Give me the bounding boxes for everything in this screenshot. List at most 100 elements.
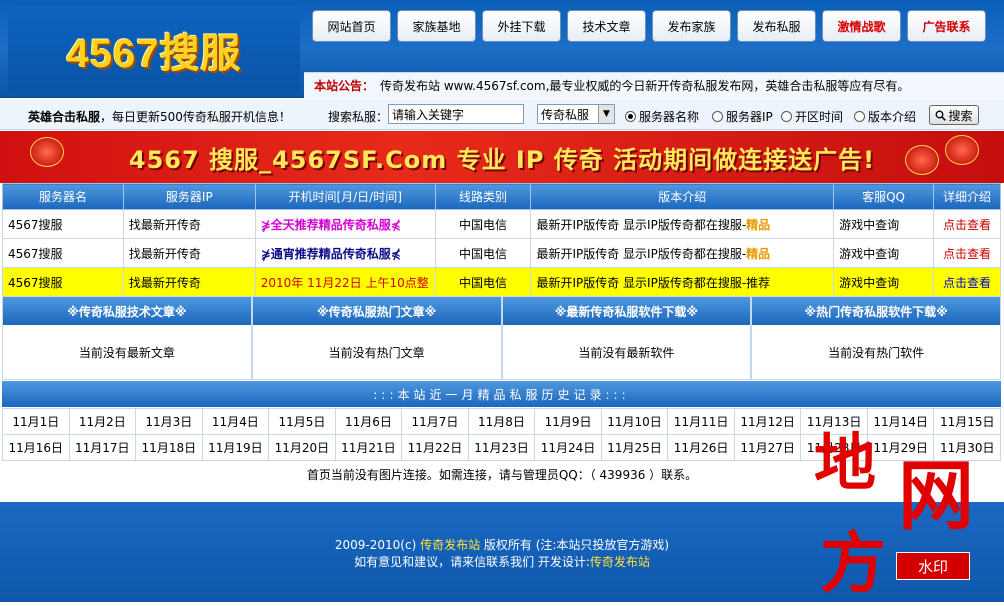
open-time: ⋡通宵推荐精品传奇私服⋠	[254, 238, 436, 268]
history-date[interactable]: 11月26日	[667, 434, 735, 461]
top-nav: 网站首页 家族基地 外挂下载 技术文章 发布家族 发布私服 激情战歌 广告联系	[312, 10, 986, 42]
version-text: 最新开IP版传奇 显示IP版传奇都在搜服-	[536, 217, 747, 232]
server-table-header: 服务器名 服务器IP 开机时间[月/日/时间] 线路类别 版本介绍 客服QQ 详细介绍	[2, 183, 1001, 210]
nav-button[interactable]: 发布家族	[652, 10, 731, 42]
radio-label: 开区时间	[795, 110, 844, 124]
history-date[interactable]: 11月10日	[600, 408, 669, 435]
section-title[interactable]: ※热门传奇私服软件下载※	[752, 297, 1000, 325]
section-title[interactable]: ※传奇私服技术文章※	[3, 297, 251, 325]
history-row: 11月1日 11月2日 11月3日 11月4日 11月5日 11月6日 11月7日 11月8日…	[2, 408, 1001, 435]
search-type-radio[interactable]: 开区时间	[781, 108, 843, 125]
nav-button[interactable]: 技术文章	[567, 10, 646, 42]
history-date[interactable]: 11月25日	[600, 434, 669, 461]
history-date[interactable]: 11月7日	[401, 408, 469, 435]
column-header: 服务器名	[2, 183, 124, 210]
server-row: 4567搜服 找最新开传奇 2010年 11月22日 上午10点整 中国电信 最新开IP…	[2, 267, 1001, 297]
detail-link[interactable]: 点击查看	[933, 209, 1001, 239]
history-date[interactable]: 11月27日	[733, 434, 802, 461]
search-category-select[interactable]: 传奇私服 ▼	[537, 104, 615, 124]
detail-link[interactable]: 点击查看	[933, 267, 1001, 297]
copyright-note: 版权所有 (注:本站只投放官方游戏)	[480, 538, 670, 552]
history-date[interactable]: 11月29日	[866, 434, 935, 461]
history-date[interactable]: 11月23日	[467, 434, 536, 461]
history-date[interactable]: 11月16日	[2, 434, 70, 461]
footer: 2009-2010(c) 传奇发布站 版权所有 (注:本站只投放官方游戏) 如有…	[0, 502, 1004, 602]
server-name[interactable]: 4567搜服	[2, 209, 124, 239]
detail-link[interactable]: 点击查看	[933, 238, 1001, 268]
search-type-radio[interactable]: 服务器名称	[625, 108, 699, 125]
radio-button[interactable]	[854, 111, 865, 122]
search-button[interactable]: 搜索	[929, 105, 979, 125]
history-date[interactable]: 11月14日	[866, 408, 935, 435]
history-date[interactable]: 11月20日	[268, 434, 336, 461]
line-type: 中国电信	[434, 267, 532, 297]
lantern-icon	[945, 135, 979, 165]
search-button-label: 搜索	[948, 108, 973, 123]
section-body: 当前没有最新软件	[578, 345, 675, 360]
nav-button[interactable]: 广告联系	[907, 10, 986, 42]
nav-button[interactable]: 网站首页	[312, 10, 391, 42]
service-qq: 游戏中查询	[833, 267, 935, 297]
history-date[interactable]: 11月22日	[401, 434, 469, 461]
line-type: 中国电信	[434, 209, 532, 239]
column-header: 开机时间[月/日/时间]	[254, 183, 436, 210]
version-intro: 最新开IP版传奇 显示IP版传奇都在搜服-精品	[530, 238, 835, 268]
notice-text: 传奇发布站 www.4567sf.com,最专业权威的今日新开传奇私服发布网，英…	[380, 79, 910, 93]
search-bar: 英雄合击私服，每日更新500传奇私服开机信息！ 搜索私服： 传奇私服 ▼ 服务器…	[0, 99, 1004, 130]
site-logo[interactable]: 4567搜服	[8, 6, 300, 94]
server-row: 4567搜服 找最新开传奇 ⋡全天推荐精品传奇私服⋠ 中国电信 最新开IP版传奇 显示I…	[2, 209, 1001, 239]
history-date[interactable]: 11月2日	[68, 408, 137, 435]
history-date[interactable]: 11月19日	[201, 434, 270, 461]
radio-label: 版本介绍	[868, 110, 917, 124]
nav-button[interactable]: 家族基地	[397, 10, 476, 42]
search-input[interactable]	[388, 104, 524, 124]
history-date[interactable]: 11月11日	[667, 408, 735, 435]
section-title[interactable]: ※传奇私服热门文章※	[252, 297, 501, 325]
server-name[interactable]: 4567搜服	[2, 238, 124, 268]
history-date[interactable]: 11月24日	[534, 434, 602, 461]
history-date[interactable]: 11月17日	[68, 434, 137, 461]
history-date[interactable]: 11月3日	[135, 408, 203, 435]
footer-site-link[interactable]: 传奇发布站	[420, 538, 480, 552]
history-date[interactable]: 11月8日	[467, 408, 536, 435]
column-header: 客服QQ	[833, 183, 935, 210]
history-date[interactable]: 11月13日	[800, 408, 868, 435]
history-date[interactable]: 11月6日	[334, 408, 403, 435]
open-time: 2010年 11月22日 上午10点整	[254, 267, 436, 297]
ad-banner[interactable]: 4567 搜服_4567SF.Com 专业 IP 传奇 活动期间做连接送广告!	[0, 131, 1004, 183]
history-date[interactable]: 11月1日	[2, 408, 70, 435]
nav-button[interactable]: 外挂下载	[482, 10, 561, 42]
nav-button[interactable]: 激情战歌	[822, 10, 901, 42]
server-name[interactable]: 4567搜服	[2, 267, 124, 297]
search-type-radio[interactable]: 版本介绍	[854, 108, 916, 125]
version-tag: 精品	[746, 246, 771, 261]
version-intro: 最新开IP版传奇 显示IP版传奇都在搜服-推荐	[530, 267, 835, 297]
history-date[interactable]: 11月15日	[933, 408, 1001, 435]
tagline-bold: 英雄合击私服	[28, 110, 101, 124]
logo-text: 4567搜服	[66, 32, 242, 76]
banner-text: 4567 搜服_4567SF.Com 专业 IP 传奇 活动期间做连接送广告!	[128, 145, 876, 174]
column-header: 版本介绍	[530, 183, 835, 210]
content-section: ※热门传奇私服软件下载※ 当前没有热门软件	[751, 296, 1001, 380]
column-header: 线路类别	[434, 183, 532, 210]
history-date[interactable]: 11月4日	[201, 408, 270, 435]
radio-button[interactable]	[625, 111, 636, 122]
history-date[interactable]: 11月9日	[534, 408, 602, 435]
history-date[interactable]: 11月12日	[733, 408, 802, 435]
content-section: ※传奇私服技术文章※ 当前没有最新文章	[2, 296, 252, 380]
history-table: 11月1日 11月2日 11月3日 11月4日 11月5日 11月6日 11月7日 11月8日…	[2, 408, 1001, 461]
history-date[interactable]: 11月28日	[800, 434, 868, 461]
footer-designer-link[interactable]: 传奇发布站	[590, 555, 650, 569]
nav-button[interactable]: 发布私服	[737, 10, 816, 42]
radio-button[interactable]	[712, 111, 723, 122]
history-date[interactable]: 11月21日	[334, 434, 403, 461]
chevron-down-icon: ▼	[598, 105, 614, 123]
history-date[interactable]: 11月5日	[268, 408, 336, 435]
history-date[interactable]: 11月30日	[933, 434, 1001, 461]
history-date[interactable]: 11月18日	[135, 434, 203, 461]
section-body: 当前没有热门文章	[328, 345, 425, 360]
radio-label: 服务器IP	[726, 110, 773, 124]
radio-button[interactable]	[781, 111, 792, 122]
search-type-radio[interactable]: 服务器IP	[712, 108, 773, 125]
section-title[interactable]: ※最新传奇私服软件下载※	[502, 297, 751, 325]
